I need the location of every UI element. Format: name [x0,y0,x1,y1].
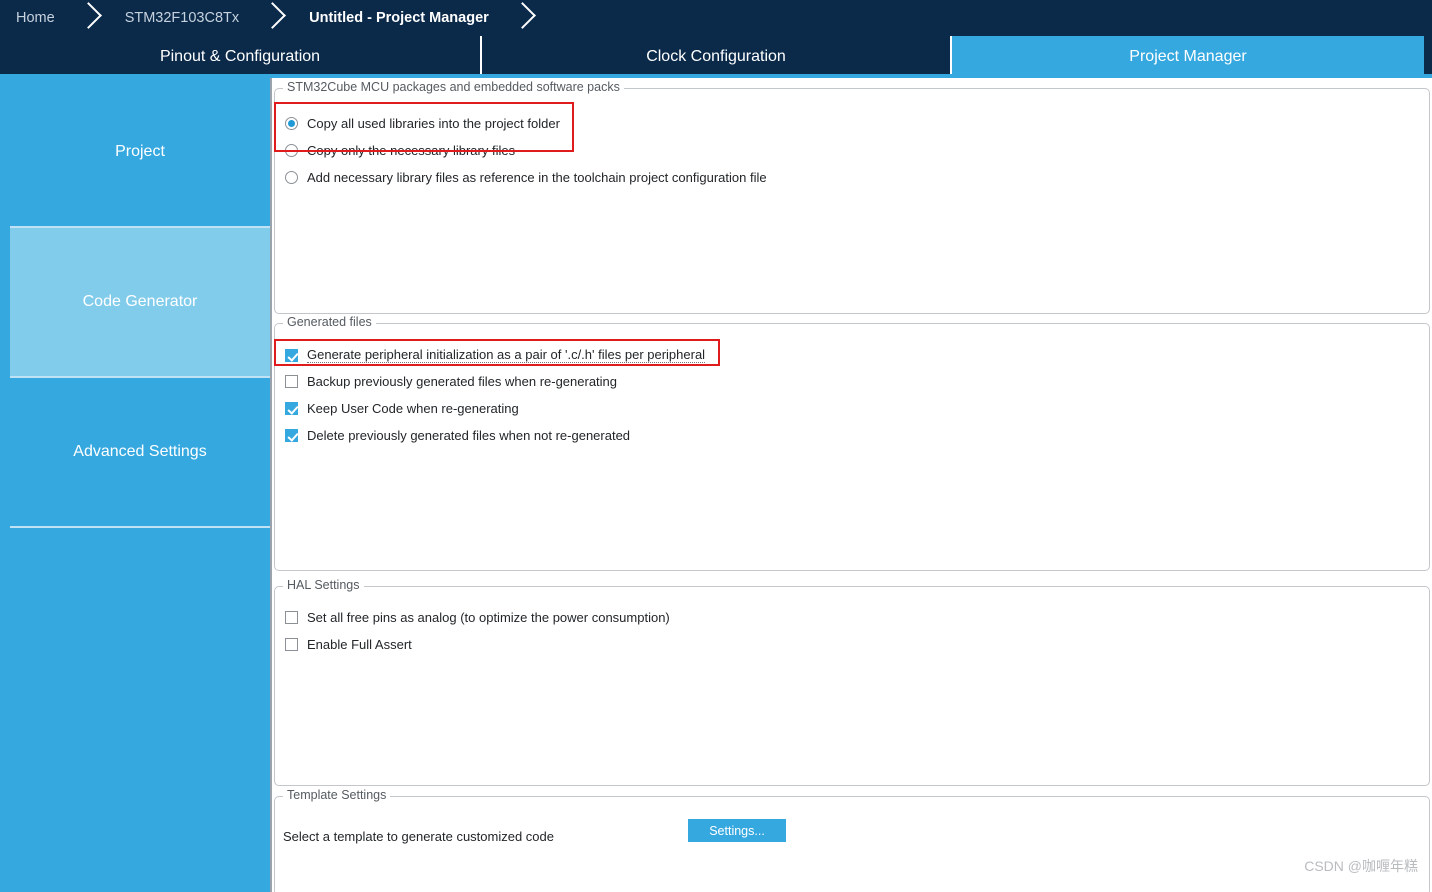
checkbox-label-generate-peripheral-init: Generate peripheral initialization as a … [307,347,706,363]
group-title-generated-files: Generated files [283,315,376,329]
checkbox-icon[interactable] [285,429,298,442]
radio-copy-all-libraries[interactable]: Copy all used libraries into the project… [285,116,560,131]
breadcrumb: Home STM32F103C8Tx Untitled - Project Ma… [0,0,1432,36]
main-tab-bar: Pinout & Configuration Clock Configurati… [0,36,1432,78]
group-packages: STM32Cube MCU packages and embedded soft… [274,80,1430,314]
checkbox-icon[interactable] [285,375,298,388]
chevron-right-icon [255,0,293,36]
checkbox-keep-user-code[interactable]: Keep User Code when re-generating [285,401,519,416]
group-hal-settings: HAL Settings Set all free pins as analog… [274,578,1430,786]
stm32cubemx-window: Home STM32F103C8Tx Untitled - Project Ma… [0,0,1432,892]
sidebar-empty-area [10,528,270,892]
breadcrumb-label-home: Home [16,10,55,26]
left-accent-strip [0,78,10,892]
sidebar-label-code-generator: Code Generator [82,293,198,310]
checkbox-label-enable-full-assert: Enable Full Assert [307,637,412,652]
breadcrumb-item-current[interactable]: Untitled - Project Manager [293,0,505,36]
watermark: CSDN @咖喱年糕 [1304,858,1418,874]
checkbox-backup-generated-files[interactable]: Backup previously generated files when r… [285,374,617,389]
radio-button-icon[interactable] [285,117,298,130]
checkbox-delete-not-regenerated[interactable]: Delete previously generated files when n… [285,428,630,443]
checkbox-icon[interactable] [285,638,298,651]
radio-button-icon[interactable] [285,144,298,157]
checkbox-label-free-pins-analog: Set all free pins as analog (to optimize… [307,610,670,625]
breadcrumb-item-mcu[interactable]: STM32F103C8Tx [109,0,255,36]
radio-label-add-as-reference: Add necessary library files as reference… [307,170,767,185]
sidebar-label-project: Project [115,143,165,160]
sidebar-item-advanced-settings[interactable]: Advanced Settings [10,378,270,528]
tab-pinout-configuration[interactable]: Pinout & Configuration [0,36,482,78]
checkbox-icon[interactable] [285,402,298,415]
group-title-packages: STM32Cube MCU packages and embedded soft… [283,80,624,94]
group-generated-files: Generated files Generate peripheral init… [274,315,1430,571]
radio-label-copy-necessary-only: Copy only the necessary library files [307,143,516,158]
group-template-settings: Template Settings Select a template to g… [274,788,1430,892]
checkbox-icon[interactable] [285,348,298,362]
group-title-template-settings: Template Settings [283,788,391,802]
group-title-hal-settings: HAL Settings [283,578,364,592]
code-generator-panel: STM32Cube MCU packages and embedded soft… [272,78,1432,892]
chevron-right-icon [71,0,109,36]
checkbox-free-pins-analog[interactable]: Set all free pins as analog (to optimize… [285,610,670,625]
sidebar-item-project[interactable]: Project [10,78,270,228]
tab-label-clock: Clock Configuration [646,48,786,65]
breadcrumb-label-mcu: STM32F103C8Tx [124,10,240,26]
tab-label-project-manager: Project Manager [1129,48,1247,65]
tab-clock-configuration[interactable]: Clock Configuration [482,36,952,78]
chevron-right-icon [505,0,543,36]
project-manager-sidebar: Project Code Generator Advanced Settings [10,78,270,892]
checkbox-label-delete-not-regenerated: Delete previously generated files when n… [307,428,631,443]
breadcrumb-item-home[interactable]: Home [0,0,71,36]
tab-project-manager[interactable]: Project Manager [952,36,1424,78]
template-description: Select a template to generate customized… [283,829,554,844]
checkbox-icon[interactable] [285,611,298,624]
checkbox-label-backup-generated-files: Backup previously generated files when r… [307,374,618,389]
template-settings-button[interactable]: Settings... [688,819,786,842]
sidebar-item-code-generator[interactable]: Code Generator [10,228,270,378]
radio-add-as-reference[interactable]: Add necessary library files as reference… [285,170,767,185]
radio-button-icon[interactable] [285,171,298,184]
checkbox-enable-full-assert[interactable]: Enable Full Assert [285,637,412,652]
checkbox-label-keep-user-code: Keep User Code when re-generating [307,401,519,416]
breadcrumb-label-current: Untitled - Project Manager [309,10,489,26]
tab-bar-filler [1424,36,1432,78]
radio-label-copy-all-libraries: Copy all used libraries into the project… [307,116,560,131]
checkbox-generate-peripheral-init[interactable]: Generate peripheral initialization as a … [285,347,706,363]
radio-copy-necessary-only[interactable]: Copy only the necessary library files [285,143,515,158]
sidebar-label-advanced-settings: Advanced Settings [73,443,207,460]
tab-label-pinout: Pinout & Configuration [159,48,321,65]
